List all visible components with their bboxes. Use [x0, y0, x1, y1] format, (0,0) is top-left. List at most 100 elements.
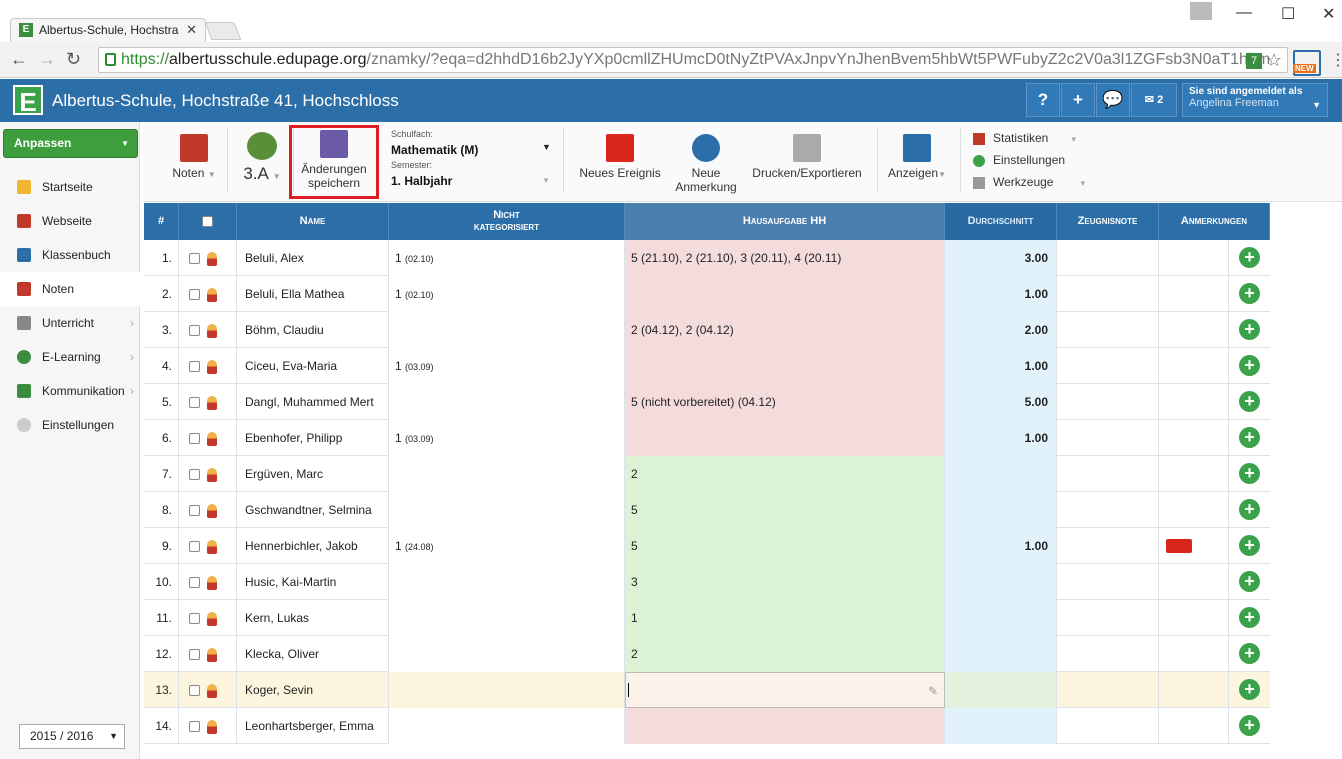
uncategorized-cell[interactable]: 1 (02.10): [389, 276, 625, 312]
report-grade-cell[interactable]: [1057, 564, 1159, 600]
notes-cell[interactable]: [1159, 564, 1229, 600]
col-header-uncategorized[interactable]: Nicht kategorisiert: [389, 203, 625, 240]
sidebar-item-noten[interactable]: Noten: [0, 272, 140, 306]
notes-cell[interactable]: [1159, 240, 1229, 276]
sidebar-item-klassenbuch[interactable]: Klassenbuch: [0, 238, 140, 272]
row-select[interactable]: [179, 492, 237, 528]
notes-cell[interactable]: [1159, 636, 1229, 672]
notes-cell[interactable]: [1159, 456, 1229, 492]
add-note-button[interactable]: +: [1239, 391, 1260, 412]
student-name[interactable]: Beluli, Alex: [237, 240, 389, 276]
student-name[interactable]: Ergüven, Marc: [237, 456, 389, 492]
uncategorized-cell[interactable]: 1 (24.08): [389, 528, 625, 564]
student-icon[interactable]: [206, 323, 217, 338]
report-grade-cell[interactable]: [1057, 528, 1159, 564]
student-name[interactable]: Hennerbichler, Jakob: [237, 528, 389, 564]
semester-select[interactable]: 1. Halbjahr: [391, 174, 452, 188]
sidebar-item-elearning[interactable]: E-Learning ›: [0, 340, 140, 374]
uncategorized-cell[interactable]: 1 (03.09): [389, 420, 625, 456]
row-checkbox[interactable]: [189, 613, 200, 625]
uncategorized-cell[interactable]: 1 (02.10): [389, 240, 625, 276]
homework-grades[interactable]: 1: [631, 611, 638, 625]
close-window-icon[interactable]: ✕: [1322, 4, 1335, 24]
extension-new-icon[interactable]: NEW: [1293, 50, 1321, 76]
uncategorized-cell[interactable]: 1 (03.09): [389, 348, 625, 384]
select-all-checkbox[interactable]: [202, 215, 213, 227]
uncategorized-cell[interactable]: [389, 708, 625, 744]
edupage-logo[interactable]: E: [13, 85, 43, 117]
row-checkbox[interactable]: [189, 469, 200, 481]
bookmark-star-icon[interactable]: ☆: [1266, 50, 1282, 71]
row-checkbox[interactable]: [189, 577, 200, 589]
row-checkbox[interactable]: [189, 397, 200, 409]
envelope-icon[interactable]: [1166, 539, 1192, 553]
homework-cell[interactable]: [625, 708, 945, 744]
school-year-select[interactable]: 2015 / 2016 ▼: [19, 724, 125, 749]
row-select[interactable]: [179, 528, 237, 564]
grade-value[interactable]: 1: [395, 287, 402, 301]
row-select[interactable]: [179, 312, 237, 348]
row-select[interactable]: [179, 348, 237, 384]
row-checkbox[interactable]: [189, 289, 200, 301]
row-checkbox[interactable]: [189, 505, 200, 517]
statistics-menu[interactable]: Statistiken ▼: [973, 131, 1078, 145]
customize-button[interactable]: Anpassen ▼: [3, 129, 138, 158]
minimize-icon[interactable]: —: [1236, 4, 1252, 22]
homework-cell[interactable]: 1: [625, 600, 945, 636]
homework-cell[interactable]: 2: [625, 636, 945, 672]
notes-cell[interactable]: [1159, 672, 1229, 708]
student-name[interactable]: Kern, Lukas: [237, 600, 389, 636]
print-export-button[interactable]: Drucken/Exportieren: [747, 134, 867, 180]
student-icon[interactable]: [206, 467, 217, 482]
sidebar-item-unterricht[interactable]: Unterricht ›: [0, 306, 140, 340]
notes-cell[interactable]: [1159, 348, 1229, 384]
chevron-down-icon[interactable]: ▼: [542, 142, 551, 152]
uncategorized-cell[interactable]: [389, 384, 625, 420]
student-icon[interactable]: [206, 647, 217, 662]
row-select[interactable]: [179, 600, 237, 636]
student-name[interactable]: Ciceu, Eva-Maria: [237, 348, 389, 384]
homework-cell[interactable]: ✎: [625, 672, 945, 708]
messages-button[interactable]: ✉ 2: [1131, 83, 1177, 117]
homework-grades[interactable]: 5 (21.10), 2 (21.10), 3 (20.11), 4 (20.1…: [631, 251, 841, 265]
student-icon[interactable]: [206, 719, 217, 734]
report-grade-cell[interactable]: [1057, 276, 1159, 312]
homework-grades[interactable]: 5: [631, 503, 638, 517]
homework-cell[interactable]: 2 (04.12), 2 (04.12): [625, 312, 945, 348]
report-grade-cell[interactable]: [1057, 420, 1159, 456]
notes-cell[interactable]: [1159, 276, 1229, 312]
student-icon[interactable]: [206, 431, 217, 446]
report-grade-cell[interactable]: [1057, 384, 1159, 420]
add-note-button[interactable]: +: [1239, 499, 1260, 520]
homework-cell[interactable]: 5 (nicht vorbereitet) (04.12): [625, 384, 945, 420]
forward-icon[interactable]: →: [38, 50, 56, 68]
extension-icon[interactable]: 7: [1246, 53, 1262, 69]
url-input[interactable]: https://albertusschule.edupage.org/znamk…: [98, 47, 1288, 73]
grade-value[interactable]: 1: [395, 539, 402, 553]
homework-grades[interactable]: 5: [631, 539, 638, 553]
notes-cell[interactable]: [1159, 708, 1229, 744]
row-select[interactable]: [179, 384, 237, 420]
grade-value[interactable]: 1: [395, 431, 402, 445]
row-select[interactable]: [179, 564, 237, 600]
col-header-report-grade[interactable]: Zeugnisnote: [1057, 203, 1159, 240]
edit-icon[interactable]: ✎: [928, 673, 938, 707]
new-tab-button[interactable]: [204, 22, 242, 40]
notes-cell[interactable]: [1159, 384, 1229, 420]
row-select[interactable]: [179, 708, 237, 744]
uncategorized-cell[interactable]: [389, 312, 625, 348]
row-checkbox[interactable]: [189, 685, 200, 697]
notes-cell[interactable]: [1159, 492, 1229, 528]
add-note-button[interactable]: +: [1239, 643, 1260, 664]
add-note-button[interactable]: +: [1239, 715, 1260, 736]
add-note-button[interactable]: +: [1239, 319, 1260, 340]
row-checkbox[interactable]: [189, 649, 200, 661]
row-select[interactable]: [179, 276, 237, 312]
sidebar-item-startseite[interactable]: Startseite: [0, 170, 140, 204]
reload-icon[interactable]: ↻: [66, 50, 81, 68]
student-name[interactable]: Klecka, Oliver: [237, 636, 389, 672]
notes-cell[interactable]: [1159, 420, 1229, 456]
sidebar-item-webseite[interactable]: Webseite: [0, 204, 140, 238]
student-name[interactable]: Leonhartsberger, Emma: [237, 708, 389, 744]
student-icon[interactable]: [206, 359, 217, 374]
